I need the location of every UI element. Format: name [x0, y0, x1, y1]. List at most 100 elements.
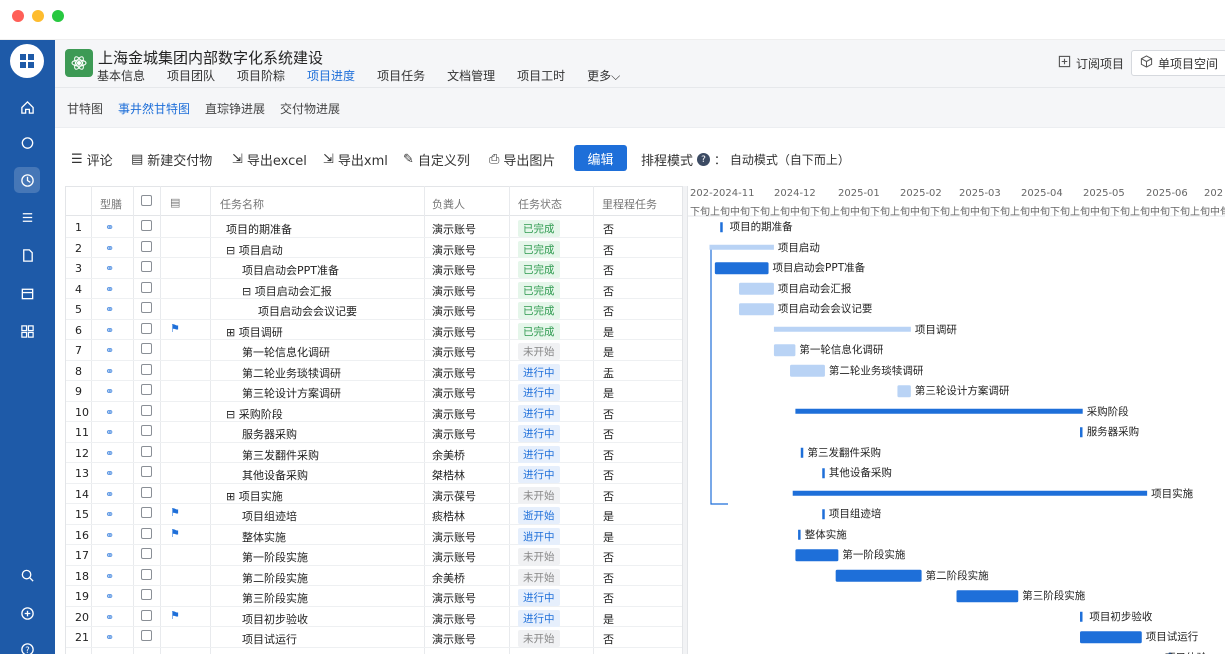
gantt-bar[interactable] [897, 385, 911, 398]
row-checkbox[interactable] [141, 220, 152, 231]
table-row[interactable]: 8 ⚭ 第二轮业务琰犊调研 演示账号 进行中 盂 [66, 361, 686, 381]
task-name-cell[interactable]: 第一轮信息化调研 [242, 344, 330, 360]
subtab-business-gantt[interactable]: 事井然甘特图 [118, 100, 190, 117]
row-checkbox[interactable] [141, 445, 152, 457]
link-icon[interactable]: ⚭ [105, 467, 114, 480]
link-icon[interactable]: ⚭ [105, 549, 114, 562]
task-name-cell[interactable]: 第三阶段实施 [242, 590, 308, 606]
link-icon[interactable]: ⚭ [105, 488, 114, 501]
tab-team[interactable]: 项目团队 [167, 67, 215, 90]
table-row[interactable]: 21 ⚭ 项目试运行 演示账号 未开始 否 [66, 627, 686, 648]
table-row[interactable]: 13 ⚭ 其他设备采购 桀梏林 进行中 否 [66, 463, 686, 484]
building-logo[interactable] [10, 44, 44, 78]
table-row[interactable]: 10 ⚭ ⊟ 采购阶段 演示账号 进行中 否 [66, 402, 686, 422]
maximize-window-button[interactable] [52, 10, 64, 22]
tab-progress[interactable]: 项目进度 [307, 67, 356, 90]
task-name-cell[interactable]: 第一阶段实施 [242, 549, 308, 565]
table-row[interactable]: 20 ⚭ ⚑ 项目初步验收 演示账号 进行中 是 [66, 607, 686, 627]
gantt-bar[interactable] [798, 529, 801, 540]
table-row[interactable]: 4 ⚭ ⊟ 项目启动会汇报 演示账号 已完成 否 [66, 279, 686, 299]
table-row[interactable]: 16 ⚭ ⚑ 整体实施 演示账号 逍开中 是 [66, 525, 686, 545]
gantt-bar[interactable] [822, 468, 825, 479]
task-name-cell[interactable]: ⊞ 项目实施 [226, 488, 283, 504]
task-name-cell[interactable]: ⊟ 项目启动 [226, 242, 283, 258]
custom-columns-button[interactable]: ✎ 自定义列 [403, 150, 470, 169]
link-icon[interactable]: ⚭ [105, 611, 114, 624]
link-icon[interactable]: ⚭ [105, 590, 114, 603]
link-icon[interactable]: ⚭ [105, 242, 114, 255]
help-circle-icon[interactable]: ? [697, 153, 711, 166]
gantt-bar[interactable] [1080, 427, 1083, 438]
task-name-cell[interactable]: 其他设备采购 [242, 467, 308, 483]
table-row[interactable]: 7 ⚭ 第一轮信息化调研 演示账号 未开始 是 [66, 340, 686, 361]
gantt-bar[interactable] [773, 326, 911, 332]
link-icon[interactable]: ⚭ [105, 631, 114, 644]
list-icon[interactable] [14, 204, 40, 230]
gantt-bar[interactable] [1080, 611, 1083, 622]
task-name-cell[interactable]: ⊟ 项目启动会汇报 [242, 283, 332, 299]
gantt-bar[interactable] [835, 569, 922, 582]
expand-toggle-icon[interactable]: ⊟ [226, 244, 235, 257]
calendar-icon[interactable] [14, 280, 40, 306]
task-name-cell[interactable]: 项目启动会PPT准备 [242, 262, 339, 278]
gantt-bar[interactable] [956, 590, 1019, 603]
link-icon[interactable]: ⚭ [105, 529, 114, 542]
tab-basic-info[interactable]: 基本信息 [97, 67, 145, 90]
table-row[interactable]: 18 ⚭ 第二阶段实施 余美桥 未开始 否 [66, 566, 686, 586]
new-deliverable-button[interactable]: ▤ 新建交付物 [131, 150, 212, 169]
link-icon[interactable]: ⚭ [105, 221, 114, 234]
tab-more[interactable]: 更多⌵ [587, 67, 620, 90]
table-row[interactable]: 1 ⚭ 项目的期准备 演示账号 已完成 否 [66, 217, 686, 238]
apps-icon[interactable] [14, 318, 40, 344]
expand-toggle-icon[interactable]: ⊞ [226, 326, 235, 339]
export-excel-button[interactable]: ⇲ 导出excel [232, 150, 307, 169]
table-row[interactable]: 15 ⚭ ⚑ 项目组迹培 痰梏林 逝开始 是 [66, 504, 686, 525]
comment-button[interactable]: ☰ 评论 [71, 150, 113, 169]
table-row[interactable]: 14 ⚭ ⊞ 项目实施 演示葆号 未开始 否 [66, 484, 686, 504]
task-name-cell[interactable]: 项目启动会会议记要 [258, 303, 357, 319]
expand-toggle-icon[interactable]: ⊟ [226, 408, 235, 421]
subtab-deliverable-progress[interactable]: 交付物进展 [280, 100, 340, 117]
subtab-milestone-progress[interactable]: 直琮铮进展 [205, 100, 265, 117]
chat-icon[interactable] [14, 130, 40, 156]
link-icon[interactable]: ⚭ [105, 508, 114, 521]
link-icon[interactable]: ⚭ [105, 385, 114, 398]
tab-tasks[interactable]: 项目任务 [377, 67, 425, 90]
task-name-cell[interactable]: 项目组迹培 [242, 508, 297, 524]
row-checkbox[interactable] [141, 322, 152, 334]
row-checkbox[interactable] [141, 343, 152, 354]
link-icon[interactable]: ⚭ [105, 447, 114, 460]
link-icon[interactable]: ⚭ [105, 570, 114, 583]
gantt-bar[interactable] [1080, 631, 1142, 644]
gantt-bar[interactable] [800, 447, 804, 458]
row-checkbox[interactable] [141, 486, 152, 498]
gantt-bar[interactable] [739, 303, 774, 316]
subtab-gantt[interactable]: 甘特图 [67, 100, 103, 117]
row-checkbox[interactable] [141, 609, 152, 621]
select-all-checkbox[interactable] [141, 195, 152, 206]
export-image-button[interactable]: ⎙ 导出图片 [489, 150, 555, 169]
row-checkbox[interactable] [141, 527, 152, 539]
link-icon[interactable]: ⚭ [105, 344, 114, 357]
row-checkbox[interactable] [141, 568, 152, 580]
help-icon[interactable]: ? [14, 636, 40, 654]
gantt-bar[interactable] [739, 282, 774, 295]
add-icon[interactable] [14, 600, 40, 626]
task-name-cell[interactable]: 项目初步验收 [242, 611, 308, 627]
link-icon[interactable]: ⚭ [105, 426, 114, 439]
gantt-bar[interactable] [792, 490, 1148, 496]
close-window-button[interactable] [12, 10, 24, 22]
task-name-cell[interactable]: 项目的期准备 [226, 221, 292, 237]
search-icon[interactable] [14, 562, 40, 588]
row-checkbox[interactable] [141, 281, 152, 293]
project-icon[interactable] [14, 167, 40, 193]
minimize-window-button[interactable] [32, 10, 44, 22]
table-row[interactable]: 5 ⚭ 项目启动会会议记要 演示账号 已完成 否 [66, 299, 686, 320]
row-checkbox[interactable] [141, 466, 152, 477]
document-icon[interactable] [14, 242, 40, 268]
row-checkbox[interactable] [141, 384, 152, 395]
row-checkbox[interactable] [141, 589, 152, 600]
row-checkbox[interactable] [141, 363, 152, 375]
task-name-cell[interactable]: 第二阶段实施 [242, 570, 308, 586]
table-row[interactable]: 2 ⚭ ⊟ 项目启动 演示账号 已完成 否 [66, 238, 686, 258]
